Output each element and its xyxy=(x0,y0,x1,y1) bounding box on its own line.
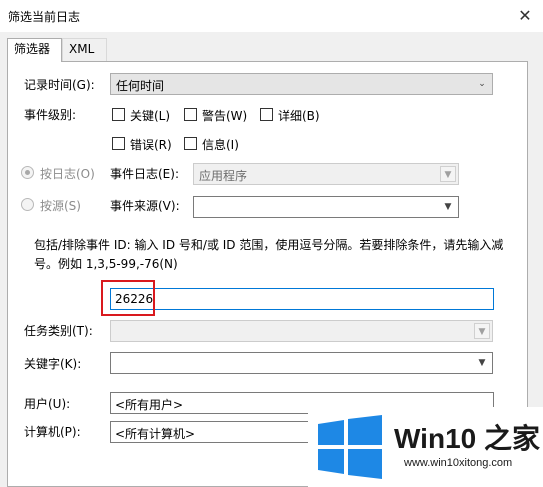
logged-label: 记录时间(G): xyxy=(24,78,95,92)
logged-value: 任何时间 xyxy=(116,79,165,93)
by-source-radio[interactable] xyxy=(21,198,34,211)
chevron-down-icon: ▼ xyxy=(474,323,490,339)
keywords-dropdown[interactable]: ▼ xyxy=(110,352,493,374)
chevron-down-icon: ▼ xyxy=(444,202,452,212)
event-source-dropdown[interactable]: ▼ xyxy=(193,196,459,218)
chevron-down-icon: ▼ xyxy=(440,166,456,182)
close-icon[interactable]: ✕ xyxy=(515,6,535,26)
computer-value: <所有计算机> xyxy=(115,427,196,441)
chevron-down-icon: ⌄ xyxy=(478,79,486,89)
user-label: 用户(U): xyxy=(24,397,71,411)
information-label: 信息(I) xyxy=(202,138,239,152)
warning-label: 警告(W) xyxy=(202,109,248,123)
tab-filter[interactable]: 筛选器 xyxy=(7,38,62,62)
error-label: 错误(R) xyxy=(130,138,172,152)
windows-logo-icon xyxy=(318,415,382,479)
window-title: 筛选当前日志 xyxy=(8,10,81,24)
verbose-checkbox[interactable] xyxy=(260,108,273,121)
task-category-label: 任务类别(T): xyxy=(24,324,93,338)
computer-label: 计算机(P): xyxy=(24,425,81,439)
by-log-label: 按日志(O) xyxy=(40,167,95,181)
logged-dropdown[interactable]: 任何时间 ⌄ xyxy=(110,73,493,95)
keywords-label: 关键字(K): xyxy=(24,357,82,371)
tab-xml[interactable]: XML xyxy=(62,38,107,61)
highlight-box xyxy=(101,280,155,316)
by-source-label: 按源(S) xyxy=(40,199,81,213)
task-category-dropdown[interactable]: ▼ xyxy=(110,320,493,342)
by-log-radio[interactable] xyxy=(21,166,34,179)
critical-label: 关键(L) xyxy=(130,109,171,123)
watermark-logo: Win10 之家 www.win10xitong.com xyxy=(308,407,543,487)
event-id-input[interactable]: 26226 xyxy=(110,288,494,310)
error-checkbox[interactable] xyxy=(112,137,125,150)
information-checkbox[interactable] xyxy=(184,137,197,150)
event-log-label: 事件日志(E): xyxy=(110,167,179,181)
event-log-value: 应用程序 xyxy=(199,169,248,183)
event-source-label: 事件来源(V): xyxy=(110,199,180,213)
watermark-url: www.win10xitong.com xyxy=(404,457,513,469)
user-value: <所有用户> xyxy=(115,398,184,412)
verbose-label: 详细(B) xyxy=(278,109,320,123)
event-id-description: 包括/排除事件 ID: 输入 ID 号和/或 ID 范围，使用逗号分隔。若要排除… xyxy=(34,238,504,271)
watermark-brand: Win10 之家 xyxy=(394,423,540,454)
warning-checkbox[interactable] xyxy=(184,108,197,121)
chevron-down-icon: ▼ xyxy=(478,358,486,368)
event-log-dropdown[interactable]: 应用程序 ▼ xyxy=(193,163,459,185)
event-level-label: 事件级别: xyxy=(24,108,77,122)
title-bar: 筛选当前日志 ✕ xyxy=(0,0,543,32)
critical-checkbox[interactable] xyxy=(112,108,125,121)
